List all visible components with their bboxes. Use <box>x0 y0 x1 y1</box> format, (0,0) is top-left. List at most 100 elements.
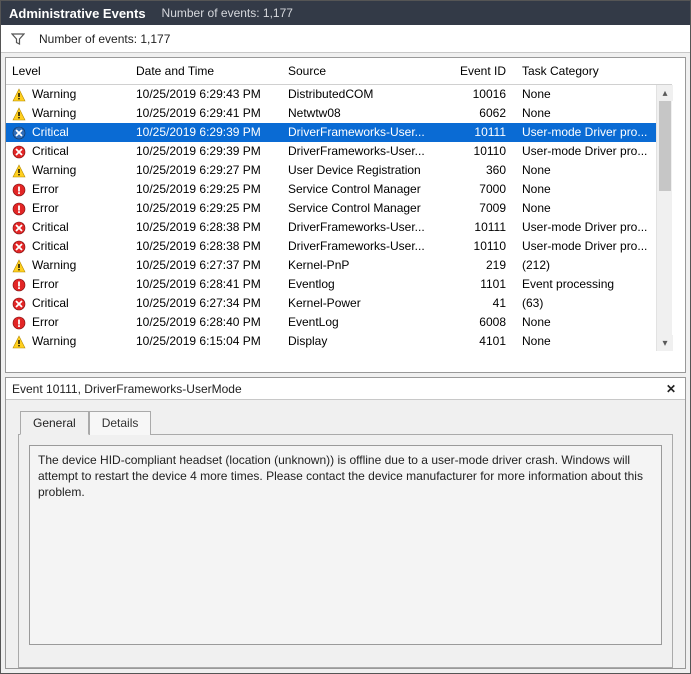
panels: Level Date and Time Source Event ID Task… <box>1 53 690 673</box>
scroll-down-icon[interactable]: ▾ <box>657 335 673 351</box>
critical-icon <box>12 297 26 311</box>
col-scroll-gutter <box>656 58 672 85</box>
cell-source: Eventlog <box>282 275 446 294</box>
cell-level: Critical <box>6 218 130 237</box>
error-icon <box>12 183 26 197</box>
cell-source: User Device Registration <box>282 161 446 180</box>
cell-date: 10/25/2019 6:29:43 PM <box>130 85 282 104</box>
col-level[interactable]: Level <box>6 58 130 85</box>
error-icon <box>12 202 26 216</box>
detail-header: Event 10111, DriverFrameworks-UserMode ✕ <box>6 378 685 400</box>
cell-date: 10/25/2019 6:29:41 PM <box>130 104 282 123</box>
cell-event-id: 7000 <box>446 180 516 199</box>
cell-level: Warning <box>6 85 130 104</box>
col-source[interactable]: Source <box>282 58 446 85</box>
cell-level: Critical <box>6 142 130 161</box>
cell-level: Error <box>6 313 130 332</box>
cell-category: User-mode Driver pro... <box>516 218 656 237</box>
cell-source: Service Control Manager <box>282 180 446 199</box>
cell-source: EventLog <box>282 313 446 332</box>
critical-icon <box>12 145 26 159</box>
cell-date: 10/25/2019 6:27:37 PM <box>130 256 282 275</box>
critical-icon <box>12 221 26 235</box>
cell-event-id: 360 <box>446 161 516 180</box>
grid-scrollbar[interactable]: ▴ ▾ <box>656 85 672 351</box>
warning-icon <box>12 259 26 273</box>
cell-level: Error <box>6 199 130 218</box>
cell-category: None <box>516 104 656 123</box>
tab-general[interactable]: General <box>20 411 89 435</box>
cell-level: Critical <box>6 237 130 256</box>
cell-date: 10/25/2019 6:28:40 PM <box>130 313 282 332</box>
cell-source: DriverFrameworks-User... <box>282 123 446 142</box>
cell-source: DriverFrameworks-User... <box>282 218 446 237</box>
event-grid[interactable]: Level Date and Time Source Event ID Task… <box>5 57 686 373</box>
cell-level: Warning <box>6 256 130 275</box>
cell-category: None <box>516 313 656 332</box>
cell-date: 10/25/2019 6:29:39 PM <box>130 142 282 161</box>
cell-source: Kernel-Power <box>282 294 446 313</box>
cell-category: None <box>516 199 656 218</box>
col-date[interactable]: Date and Time <box>130 58 282 85</box>
cell-event-id: 4101 <box>446 332 516 351</box>
cell-event-id: 6062 <box>446 104 516 123</box>
close-icon[interactable]: ✕ <box>663 381 679 397</box>
cell-date: 10/25/2019 6:27:34 PM <box>130 294 282 313</box>
cell-source: Service Control Manager <box>282 199 446 218</box>
cell-date: 10/25/2019 6:28:38 PM <box>130 218 282 237</box>
filter-icon[interactable] <box>11 32 25 46</box>
cell-level: Critical <box>6 123 130 142</box>
scroll-thumb[interactable] <box>659 101 671 191</box>
event-description[interactable]: The device HID-compliant headset (locati… <box>29 445 662 645</box>
cell-category: None <box>516 332 656 351</box>
col-event-id[interactable]: Event ID <box>446 58 516 85</box>
cell-category: (63) <box>516 294 656 313</box>
tabs-wrap: General Details The device HID-compliant… <box>6 400 685 668</box>
cell-category: None <box>516 85 656 104</box>
cell-date: 10/25/2019 6:29:25 PM <box>130 199 282 218</box>
scroll-up-icon[interactable]: ▴ <box>657 85 673 101</box>
cell-source: DriverFrameworks-User... <box>282 142 446 161</box>
critical-blue-icon <box>12 126 26 140</box>
cell-date: 10/25/2019 6:28:38 PM <box>130 237 282 256</box>
cell-date: 10/25/2019 6:29:25 PM <box>130 180 282 199</box>
error-icon <box>12 316 26 330</box>
cell-category: Event processing <box>516 275 656 294</box>
cell-level: Warning <box>6 332 130 351</box>
tab-panel: The device HID-compliant headset (locati… <box>18 434 673 668</box>
cell-category: User-mode Driver pro... <box>516 142 656 161</box>
warning-icon <box>12 335 26 349</box>
cell-event-id: 7009 <box>446 199 516 218</box>
cell-event-id: 219 <box>446 256 516 275</box>
cell-date: 10/25/2019 6:29:27 PM <box>130 161 282 180</box>
cell-date: 10/25/2019 6:28:41 PM <box>130 275 282 294</box>
tab-details[interactable]: Details <box>89 411 152 435</box>
cell-event-id: 41 <box>446 294 516 313</box>
cell-category: User-mode Driver pro... <box>516 123 656 142</box>
cell-date: 10/25/2019 6:15:04 PM <box>130 332 282 351</box>
cell-level: Error <box>6 180 130 199</box>
cell-category: None <box>516 161 656 180</box>
col-category[interactable]: Task Category <box>516 58 656 85</box>
detail-pane: Event 10111, DriverFrameworks-UserMode ✕… <box>5 377 686 669</box>
tabs: General Details <box>20 410 673 434</box>
cell-event-id: 10110 <box>446 237 516 256</box>
cell-event-id: 1101 <box>446 275 516 294</box>
cell-event-id: 10111 <box>446 218 516 237</box>
cell-source: DistributedCOM <box>282 85 446 104</box>
cell-date: 10/25/2019 6:29:39 PM <box>130 123 282 142</box>
warning-icon <box>12 88 26 102</box>
error-icon <box>12 278 26 292</box>
filterbar: Number of events: 1,177 <box>1 25 690 53</box>
warning-icon <box>12 164 26 178</box>
event-viewer-window: Administrative Events Number of events: … <box>0 0 691 674</box>
cell-event-id: 10110 <box>446 142 516 161</box>
cell-category: User-mode Driver pro... <box>516 237 656 256</box>
cell-source: Kernel-PnP <box>282 256 446 275</box>
detail-title: Event 10111, DriverFrameworks-UserMode <box>12 382 242 396</box>
event-count-label: Number of events: 1,177 <box>39 32 170 46</box>
cell-level: Critical <box>6 294 130 313</box>
cell-level: Warning <box>6 104 130 123</box>
cell-event-id: 10016 <box>446 85 516 104</box>
titlebar: Administrative Events Number of events: … <box>1 1 690 25</box>
